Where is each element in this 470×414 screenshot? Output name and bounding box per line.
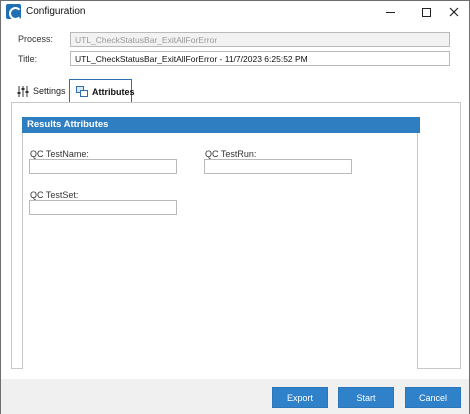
close-button[interactable] [438, 1, 470, 23]
process-label: Process: [18, 34, 54, 44]
app-c-icon [6, 4, 22, 20]
dialog-footer: Export Start Cancel [1, 379, 469, 414]
tab-settings[interactable]: Settings [11, 79, 68, 103]
qc-testset-input[interactable] [29, 200, 177, 215]
export-button[interactable]: Export [272, 387, 328, 408]
qc-testset-label: QC TestSet: [30, 190, 79, 200]
tab-strip: Settings Attributes [9, 79, 461, 103]
cancel-button[interactable]: Cancel [405, 387, 461, 408]
title-bar[interactable]: Configuration [1, 1, 469, 23]
minimize-icon [385, 11, 395, 13]
qc-testname-input[interactable] [29, 159, 177, 174]
window-title: Configuration [26, 6, 86, 17]
tab-settings-label: Settings [33, 86, 66, 96]
qc-testrun-input[interactable] [204, 159, 352, 174]
tab-attributes-label: Attributes [92, 86, 135, 97]
attributes-icon [76, 86, 88, 97]
sliders-icon [17, 85, 29, 97]
attributes-panel: Results Attributes QC TestName: QC TestR… [11, 102, 461, 369]
results-attributes-group: Results Attributes QC TestName: QC TestR… [22, 117, 420, 369]
title-field[interactable] [70, 51, 450, 66]
configuration-window: Configuration Process: Title: [0, 0, 470, 414]
minimize-button[interactable] [374, 1, 406, 23]
close-icon [449, 7, 459, 17]
maximize-icon [421, 7, 431, 17]
tab-attributes[interactable]: Attributes [69, 79, 135, 103]
results-attributes-header: Results Attributes [22, 117, 420, 133]
start-button[interactable]: Start [338, 387, 394, 408]
process-field[interactable] [70, 32, 450, 47]
qc-testrun-label: QC TestRun: [205, 149, 257, 159]
qc-testname-label: QC TestName: [30, 149, 89, 159]
title-label: Title: [18, 54, 38, 64]
